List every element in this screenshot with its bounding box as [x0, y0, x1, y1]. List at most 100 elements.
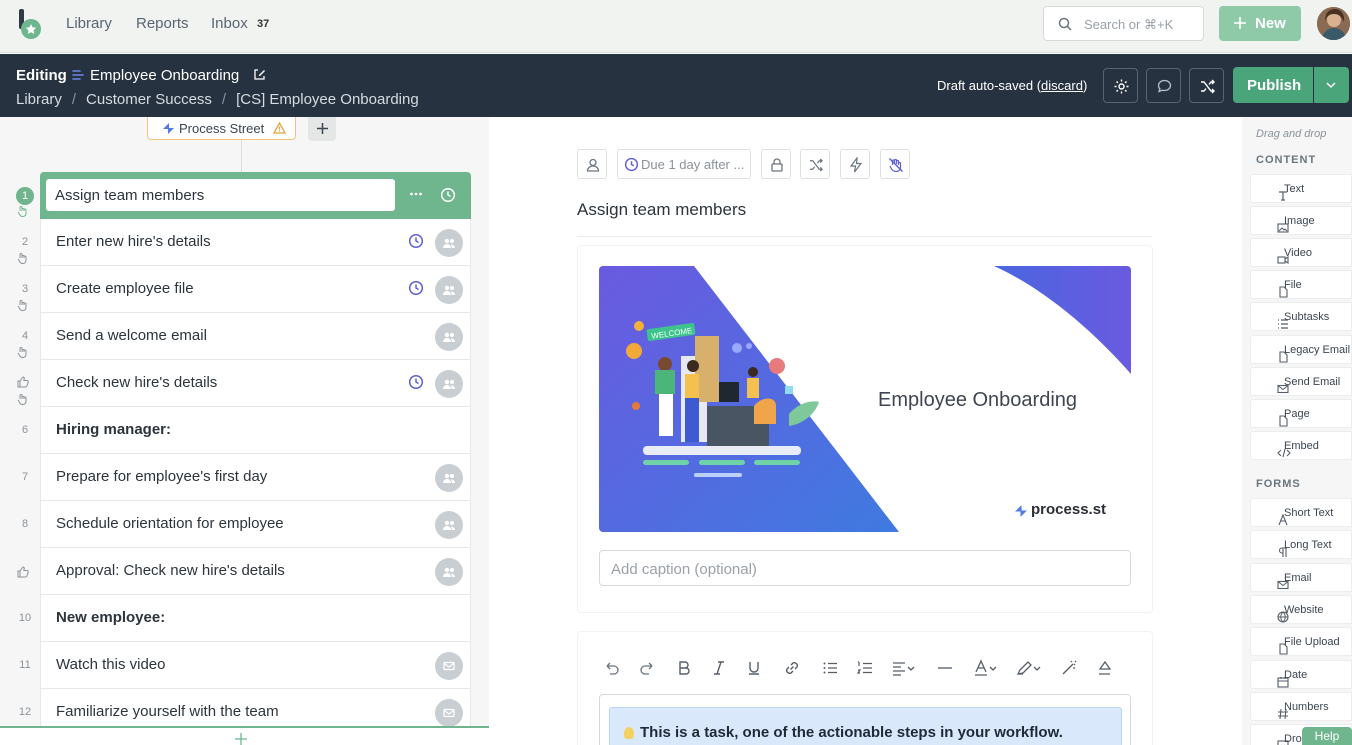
- palette-short-text[interactable]: Short Text: [1250, 498, 1352, 527]
- palette-long-text[interactable]: Long Text: [1250, 530, 1352, 559]
- nav-reports[interactable]: Reports: [136, 15, 189, 32]
- palette-subtasks[interactable]: Subtasks: [1250, 302, 1352, 331]
- conditional-logic-button[interactable]: [800, 149, 830, 179]
- add-task-button[interactable]: [0, 726, 489, 745]
- task-row[interactable]: 4 Send a welcome email: [0, 313, 489, 360]
- assignees-icon[interactable]: [435, 370, 463, 398]
- palette-image[interactable]: Image: [1250, 206, 1352, 235]
- bulleted-list-icon[interactable]: [821, 659, 839, 677]
- palette-numbers[interactable]: Numbers: [1250, 692, 1352, 721]
- text-color-icon[interactable]: [973, 659, 999, 677]
- task-card[interactable]: Schedule orientation for employee: [40, 501, 471, 548]
- task-card[interactable]: Send a welcome email: [40, 313, 471, 360]
- section-header-card[interactable]: Hiring manager:: [40, 407, 471, 454]
- clock-icon[interactable]: [440, 187, 456, 203]
- assignees-icon[interactable]: [435, 511, 463, 539]
- task-row[interactable]: 3 Create employee file: [0, 266, 489, 313]
- italic-icon[interactable]: [710, 659, 728, 677]
- user-avatar[interactable]: [1317, 7, 1350, 40]
- task-row[interactable]: Check new hire's details: [0, 360, 489, 407]
- email-icon[interactable]: [435, 652, 463, 680]
- task-card[interactable]: Watch this video: [40, 642, 471, 689]
- brand-label: Process Street: [179, 121, 265, 136]
- breadcrumb-library[interactable]: Library: [16, 91, 62, 108]
- task-row[interactable]: Approval: Check new hire's details: [0, 548, 489, 595]
- undo-icon[interactable]: [603, 659, 621, 677]
- task-row[interactable]: 2 Enter new hire's details: [0, 219, 489, 266]
- link-icon[interactable]: [783, 659, 801, 677]
- task-card-selected[interactable]: Assign team members: [40, 172, 471, 219]
- assignees-icon[interactable]: [435, 276, 463, 304]
- stop-task-button[interactable]: [880, 149, 910, 179]
- task-card[interactable]: Check new hire's details: [40, 360, 471, 407]
- forms-section-header: FORMS: [1256, 478, 1301, 490]
- palette-text[interactable]: Text: [1250, 174, 1352, 203]
- comments-button[interactable]: [1146, 68, 1181, 103]
- palette-file-upload[interactable]: File Upload: [1250, 627, 1352, 656]
- new-button[interactable]: New: [1219, 6, 1301, 41]
- palette-date[interactable]: Date: [1250, 660, 1352, 689]
- assign-button[interactable]: [577, 149, 607, 179]
- fill-color-icon[interactable]: [1095, 659, 1113, 677]
- automations-button[interactable]: [840, 149, 870, 179]
- palette-video[interactable]: Video: [1250, 238, 1352, 267]
- task-card[interactable]: Create employee file: [40, 266, 471, 313]
- palette-embed[interactable]: Embed: [1250, 431, 1352, 460]
- app-logo-icon[interactable]: [17, 9, 45, 41]
- palette-page[interactable]: Page: [1250, 399, 1352, 428]
- discard-link[interactable]: discard: [1041, 78, 1083, 93]
- breadcrumb-customer-success[interactable]: Customer Success: [86, 91, 212, 108]
- assignees-icon[interactable]: [435, 558, 463, 586]
- assignees-icon[interactable]: [435, 323, 463, 351]
- bold-icon[interactable]: [675, 659, 693, 677]
- help-button[interactable]: Help: [1302, 727, 1352, 745]
- palette-send-email[interactable]: Send Email: [1250, 367, 1352, 396]
- clear-formatting-icon[interactable]: [1060, 659, 1078, 677]
- task-title[interactable]: Assign team members: [577, 200, 746, 220]
- highlight-icon[interactable]: [1015, 659, 1043, 677]
- assignees-icon[interactable]: [435, 229, 463, 257]
- publish-button[interactable]: Publish: [1233, 67, 1313, 103]
- task-card[interactable]: Approval: Check new hire's details: [40, 548, 471, 595]
- task-row[interactable]: 7 Prepare for employee's first day: [0, 454, 489, 501]
- conditional-logic-button[interactable]: [1189, 68, 1224, 103]
- task-card[interactable]: Enter new hire's details: [40, 219, 471, 266]
- align-icon[interactable]: [891, 659, 917, 677]
- horizontal-rule-icon[interactable]: [936, 659, 954, 677]
- breadcrumb-current: [CS] Employee Onboarding: [236, 91, 419, 108]
- search-input[interactable]: Search or ⌘+K: [1043, 6, 1204, 41]
- due-date-button[interactable]: Due 1 day after ...: [617, 149, 751, 179]
- more-options-icon[interactable]: [409, 187, 423, 201]
- task-row[interactable]: 11 Watch this video: [0, 642, 489, 689]
- palette-file[interactable]: File: [1250, 270, 1352, 299]
- task-name-input[interactable]: Assign team members: [46, 179, 395, 211]
- caption-input[interactable]: Add caption (optional): [599, 550, 1131, 586]
- section-header-card[interactable]: New employee:: [40, 595, 471, 642]
- task-row[interactable]: 6 Hiring manager:: [0, 407, 489, 454]
- task-card[interactable]: Prepare for employee's first day: [40, 454, 471, 501]
- edit-title-icon[interactable]: [253, 68, 266, 81]
- workflow-title[interactable]: Employee Onboarding: [90, 67, 239, 84]
- nav-inbox[interactable]: Inbox: [211, 15, 248, 32]
- palette-legacy-email[interactable]: Legacy Email: [1250, 335, 1352, 364]
- assignees-icon[interactable]: [435, 464, 463, 492]
- nav-library[interactable]: Library: [66, 15, 112, 32]
- task-row[interactable]: 8 Schedule orientation for employee: [0, 501, 489, 548]
- add-brand-button[interactable]: [308, 117, 336, 141]
- publish-options-button[interactable]: [1314, 67, 1349, 103]
- brand-chip[interactable]: Process Street: [147, 117, 296, 140]
- underline-icon[interactable]: [745, 659, 763, 677]
- redo-icon[interactable]: [638, 659, 656, 677]
- search-icon: [1058, 17, 1072, 31]
- settings-button[interactable]: [1103, 68, 1138, 103]
- callout-text: This is a task, one of the actionable st…: [640, 724, 1063, 741]
- permissions-button[interactable]: [761, 149, 791, 179]
- callout-box[interactable]: This is a task, one of the actionable st…: [609, 707, 1122, 745]
- palette-email[interactable]: Email: [1250, 563, 1352, 592]
- palette-website[interactable]: Website: [1250, 595, 1352, 624]
- email-icon[interactable]: [435, 699, 463, 727]
- task-row[interactable]: 1 Assign team members: [0, 172, 489, 219]
- palette-item-label: Dro: [1284, 733, 1302, 745]
- task-row[interactable]: 10 New employee:: [0, 595, 489, 642]
- numbered-list-icon[interactable]: [856, 659, 874, 677]
